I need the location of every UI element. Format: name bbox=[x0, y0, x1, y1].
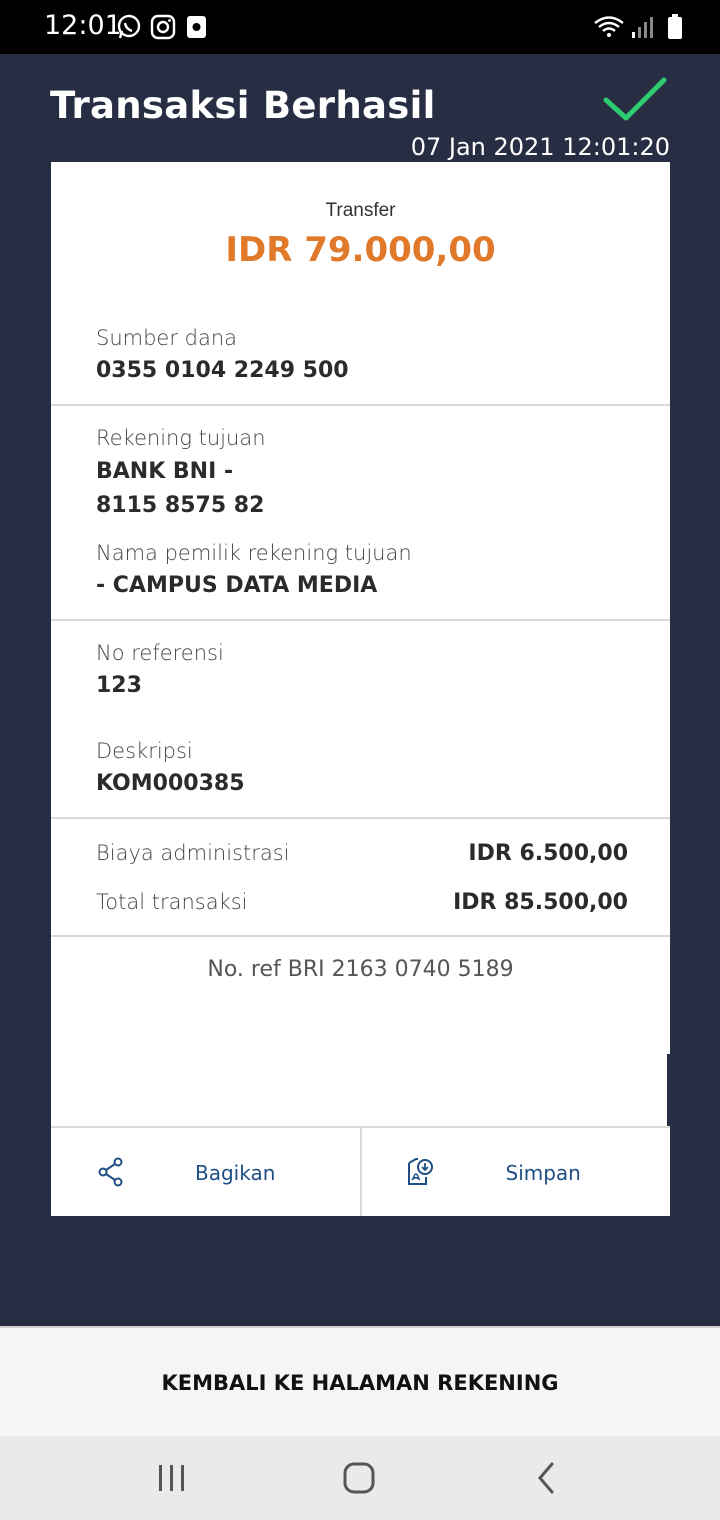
reference-value: 123 bbox=[96, 673, 142, 698]
divider bbox=[51, 404, 670, 406]
transaction-amount: IDR 79.000,00 bbox=[225, 230, 496, 270]
receipt-card: Transfer IDR 79.000,00 Sumber dana 0355 … bbox=[51, 162, 670, 1216]
destination-account: 8115 8575 82 bbox=[96, 493, 265, 518]
signal-icon bbox=[632, 17, 653, 38]
share-button[interactable]: Bagikan bbox=[51, 1128, 360, 1216]
save-pdf-icon bbox=[407, 1158, 433, 1185]
description-label: Deskripsi bbox=[96, 739, 193, 763]
divider bbox=[51, 619, 670, 621]
back-icon[interactable] bbox=[526, 1460, 566, 1496]
status-bar: 12:01 bbox=[0, 0, 720, 54]
action-bar: Bagikan Simpan bbox=[51, 1126, 670, 1216]
save-label: Simpan bbox=[505, 1161, 581, 1185]
recent-apps-icon[interactable] bbox=[152, 1460, 192, 1496]
transaction-timestamp: 07 Jan 2021 12:01:20 bbox=[410, 133, 670, 161]
wifi-icon bbox=[594, 16, 624, 37]
destination-bank: BANK BNI - bbox=[96, 459, 234, 484]
description-value: KOM000385 bbox=[96, 771, 245, 796]
reference-label: No referensi bbox=[96, 641, 224, 665]
source-value: 0355 0104 2249 500 bbox=[96, 358, 349, 383]
status-time: 12:01 bbox=[44, 10, 122, 41]
back-to-account-label: KEMBALI KE HALAMAN REKENING bbox=[161, 1371, 559, 1395]
success-check-icon bbox=[603, 77, 667, 121]
fee-label: Biaya administrasi bbox=[96, 841, 290, 865]
page-title: Transaksi Berhasil bbox=[50, 84, 436, 127]
total-value: IDR 85.500,00 bbox=[453, 890, 628, 915]
save-button[interactable]: Simpan bbox=[359, 1128, 671, 1216]
share-icon bbox=[98, 1157, 123, 1187]
divider bbox=[51, 817, 670, 819]
fee-value: IDR 6.500,00 bbox=[468, 841, 628, 866]
transaction-type: Transfer bbox=[325, 200, 396, 221]
total-label: Total transaksi bbox=[96, 890, 248, 914]
destination-label: Rekening tujuan bbox=[96, 426, 266, 450]
instagram-icon bbox=[150, 14, 176, 40]
home-icon[interactable] bbox=[339, 1460, 379, 1496]
divider bbox=[51, 935, 670, 937]
source-label: Sumber dana bbox=[96, 326, 238, 350]
share-label: Bagikan bbox=[195, 1161, 276, 1185]
battery-icon bbox=[668, 14, 682, 39]
navigation-bar bbox=[0, 1436, 720, 1520]
owner-value: - CAMPUS DATA MEDIA bbox=[96, 573, 378, 598]
bri-reference: No. ref BRI 2163 0740 5189 bbox=[207, 957, 514, 982]
owner-label: Nama pemilik rekening tujuan bbox=[96, 541, 412, 565]
back-to-account-button[interactable]: KEMBALI KE HALAMAN REKENING bbox=[0, 1326, 720, 1436]
screenshot-icon bbox=[187, 16, 206, 38]
whatsapp-icon bbox=[117, 14, 141, 39]
card-edge bbox=[667, 1054, 671, 1126]
